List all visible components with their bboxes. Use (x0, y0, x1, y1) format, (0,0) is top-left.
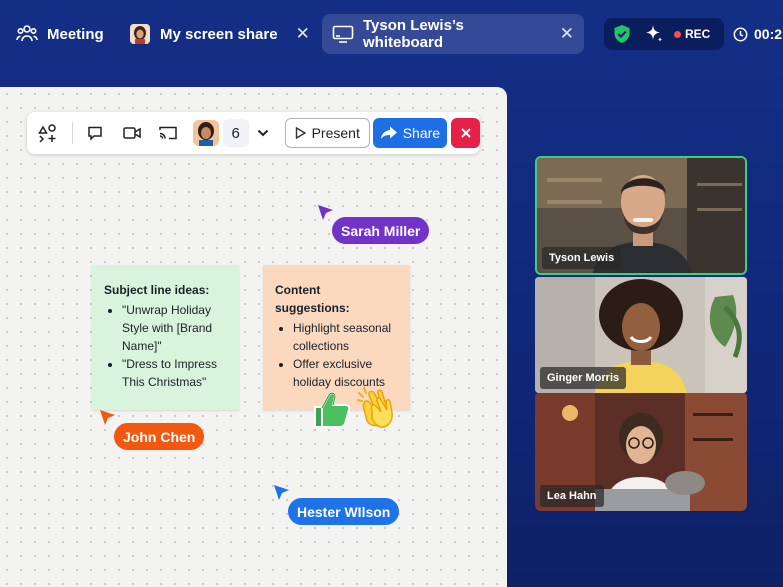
avatar (192, 120, 219, 146)
cursor-pointer-icon (274, 485, 289, 500)
cursor-label-john-chen: John Chen (114, 423, 205, 450)
share-button-label: Share (402, 125, 441, 141)
tab-my-screen-share-label: My screen share (160, 25, 278, 43)
whiteboard-canvas[interactable]: 6 Present Share Subject line ideas: • "U… (0, 87, 507, 587)
cursor-label-sarah-miller: Sarah Miller (332, 217, 430, 244)
clapping-hands-icon (356, 385, 398, 434)
tab-meeting-label: Meeting (47, 25, 104, 43)
present-button-label: Present (311, 125, 360, 141)
people-icon (16, 23, 38, 45)
video-camera-icon[interactable] (113, 112, 150, 154)
close-icon[interactable]: ✕ (560, 24, 574, 44)
video-tile-ginger-morris[interactable]: Ginger Morris (535, 277, 747, 393)
tab-bar: Meeting My screen share ✕ Tyson Lewis’s … (0, 0, 783, 68)
sticky-note-title: Content suggestions: (275, 283, 350, 315)
comment-icon[interactable] (77, 112, 114, 154)
avatar (130, 24, 150, 44)
tab-meeting[interactable]: Meeting (16, 14, 104, 54)
tab-my-screen-share[interactable]: My screen share ✕ (130, 14, 310, 54)
present-button[interactable]: Present (284, 118, 370, 148)
meeting-timer: 00:2 (733, 26, 782, 42)
recording-dot-icon (674, 30, 681, 38)
whiteboard-toolbar: 6 Present Share (27, 112, 481, 154)
share-button[interactable]: Share (372, 118, 448, 148)
participant-name-tag: Tyson Lewis (542, 247, 622, 269)
thumbs-up-icon (311, 391, 351, 434)
list-item: "Unwrap Holiday Style with [Brand Name]" (122, 301, 227, 355)
close-icon[interactable]: ✕ (296, 24, 310, 44)
participant-name-tag: Ginger Morris (540, 367, 627, 389)
participant-count: 6 (222, 119, 249, 147)
share-arrow-icon (380, 126, 398, 140)
stop-button[interactable] (451, 118, 481, 148)
shield-check-icon[interactable] (612, 24, 632, 44)
list-item: "Dress to Impress This Christmas" (122, 355, 227, 391)
rec-label: REC (685, 27, 711, 41)
chevron-down-icon[interactable] (255, 129, 271, 137)
participants-selector[interactable]: 6 (192, 119, 271, 147)
cursor-label-hester-wilson: Hester WIlson (288, 498, 400, 525)
cast-icon[interactable] (150, 112, 187, 154)
play-icon (295, 127, 306, 139)
toolbar-divider (71, 122, 73, 144)
ai-sparkle-icon[interactable] (644, 24, 664, 44)
close-icon (460, 128, 471, 138)
cursor-pointer-icon (100, 410, 115, 425)
tab-whiteboard-label: Tyson Lewis’s whiteboard (363, 17, 464, 51)
cursor-pointer-icon (318, 205, 333, 220)
list-item: Highlight seasonal collections (293, 319, 398, 355)
tab-whiteboard[interactable]: Tyson Lewis’s whiteboard ✕ (322, 14, 584, 54)
video-tile-lea-hahn[interactable]: Lea Hahn (535, 393, 747, 511)
meeting-status: REC (604, 18, 724, 50)
video-tile-tyson-lewis[interactable]: Tyson Lewis (535, 156, 747, 275)
sticky-note-title: Subject line ideas: (104, 283, 210, 297)
clock-icon (733, 27, 748, 42)
sticky-note-subject-lines[interactable]: Subject line ideas: "Unwrap Holiday Styl… (92, 265, 239, 410)
timer-value: 00:2 (754, 26, 783, 42)
participant-name-tag: Lea Hahn (540, 485, 604, 507)
shapes-add-icon[interactable] (31, 112, 68, 154)
monitor-icon (332, 25, 354, 43)
